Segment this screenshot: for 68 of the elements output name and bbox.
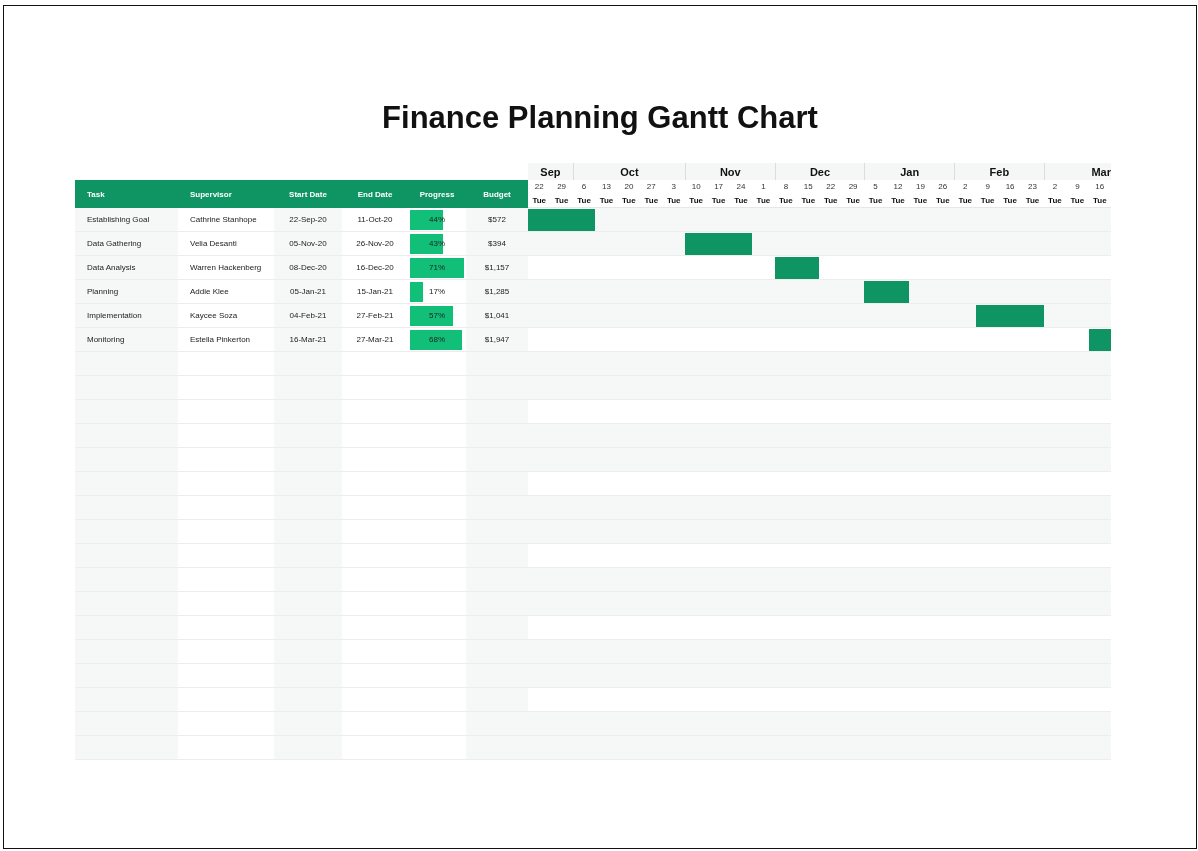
column-header: Supervisor xyxy=(190,189,232,199)
week-day-number: 24 xyxy=(735,181,747,193)
week-day-number: 23 xyxy=(1027,181,1038,193)
week-day-number: 12 xyxy=(892,181,904,193)
page-title: Finance Planning Gantt Chart xyxy=(381,100,819,136)
week-day-number: 20 xyxy=(623,181,635,193)
table-cell: 08-Dec-20 xyxy=(274,256,342,280)
week-day-number: 2 xyxy=(1051,181,1059,193)
week-day-number: 17 xyxy=(713,181,725,193)
table-cell: $394 xyxy=(466,232,528,256)
month-header: Nov xyxy=(684,163,775,180)
gantt-bar xyxy=(774,257,820,279)
week-day-number: 9 xyxy=(1074,181,1081,193)
week-day-number: 15 xyxy=(802,181,814,193)
table-cell: $1,157 xyxy=(466,256,528,280)
table-cell: 05-Nov-20 xyxy=(274,232,342,256)
week-day-number: 22 xyxy=(533,181,545,193)
week-day-number: 16 xyxy=(1004,181,1016,193)
table-cell: 22-Sep-20 xyxy=(274,208,342,232)
table-cell: Implementation xyxy=(75,304,178,328)
table-cell: Data Gathering xyxy=(75,232,178,256)
week-day-number: 3 xyxy=(670,181,677,193)
table-cell: Planning xyxy=(75,280,178,304)
month-header: Feb xyxy=(954,163,1044,180)
column-header: Budget xyxy=(483,189,511,199)
month-header: Oct xyxy=(572,163,685,180)
week-day-number: 29 xyxy=(556,181,568,193)
week-day-number: 1 xyxy=(760,181,767,193)
table-cell: $572 xyxy=(466,208,528,232)
progress-label: 57% xyxy=(428,310,446,322)
week-day-number: 27 xyxy=(645,181,657,193)
table-cell: 16-Mar-21 xyxy=(274,328,342,352)
week-day-number: 6 xyxy=(580,181,588,193)
progress-label: 68% xyxy=(428,334,446,346)
gantt-bar xyxy=(528,209,596,231)
week-day-number: 9 xyxy=(984,181,991,193)
month-header: Mar xyxy=(1043,163,1111,180)
week-day-number: 5 xyxy=(872,181,879,193)
week-day-number: 13 xyxy=(601,181,612,193)
progress-label: 17% xyxy=(428,286,446,298)
week-day-number: 8 xyxy=(782,181,790,193)
month-header: Sep xyxy=(528,163,573,180)
week-day-number: 29 xyxy=(847,181,859,193)
week-day-number: 10 xyxy=(690,181,702,193)
month-header: Dec xyxy=(774,163,865,180)
week-day-number: 2 xyxy=(962,181,969,193)
week-day-number: 19 xyxy=(914,181,926,193)
table-cell: $1,285 xyxy=(466,280,528,304)
month-header: Jan xyxy=(864,163,955,180)
table-cell: Data Analysis xyxy=(75,256,178,280)
week-day-number: 26 xyxy=(937,181,949,193)
table-cell: 04-Feb-21 xyxy=(274,304,342,328)
gantt-bar xyxy=(1088,329,1111,351)
column-header: Task xyxy=(87,189,105,199)
table-cell: Establishing Goal xyxy=(75,208,178,232)
week-day-number: 16 xyxy=(1094,181,1106,193)
table-cell: Monitoring xyxy=(75,328,178,352)
week-day-number: 22 xyxy=(825,181,837,193)
column-header: End Date xyxy=(357,189,393,199)
table-cell: 05-Jan-21 xyxy=(274,280,342,304)
gantt-bar xyxy=(864,281,910,303)
progress-label: 71% xyxy=(428,262,446,274)
gantt-bar xyxy=(976,305,1044,327)
column-header: Progress xyxy=(419,189,455,199)
table-cell: $1,041 xyxy=(466,304,528,328)
table-cell: $1,947 xyxy=(466,328,528,352)
column-header: Start Date xyxy=(289,189,327,199)
gantt-bar xyxy=(684,233,753,255)
